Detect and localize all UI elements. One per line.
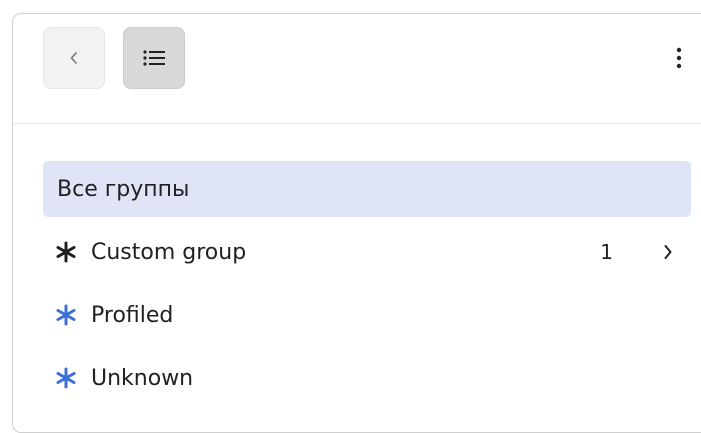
group-item-profiled[interactable]: Profiled <box>43 287 691 343</box>
chevron-left-icon <box>70 52 77 64</box>
group-item-all[interactable]: Все группы <box>43 161 691 217</box>
group-item-custom[interactable]: Custom group 1 <box>43 224 691 280</box>
asterisk-icon <box>56 367 76 389</box>
asterisk-icon <box>56 304 76 326</box>
group-item-unknown[interactable]: Unknown <box>43 350 691 406</box>
group-item-label: Все группы <box>57 176 190 202</box>
back-button[interactable] <box>43 27 105 89</box>
chevron-right-icon[interactable] <box>663 244 673 260</box>
group-item-label: Custom group <box>91 239 247 265</box>
group-item-label: Unknown <box>91 365 194 391</box>
list-view-button[interactable] <box>123 27 185 89</box>
asterisk-icon <box>56 241 76 263</box>
list-icon <box>143 50 165 66</box>
kebab-menu-icon <box>676 47 682 69</box>
groups-panel: Все группы Custom group 1 Profiled Unkno… <box>12 13 701 433</box>
group-item-label: Profiled <box>91 302 174 328</box>
panel-toolbar <box>13 14 701 124</box>
more-options-button[interactable] <box>659 27 699 89</box>
group-item-count: 1 <box>600 240 613 264</box>
group-list: Все группы Custom group 1 Profiled Unkno… <box>43 161 691 413</box>
